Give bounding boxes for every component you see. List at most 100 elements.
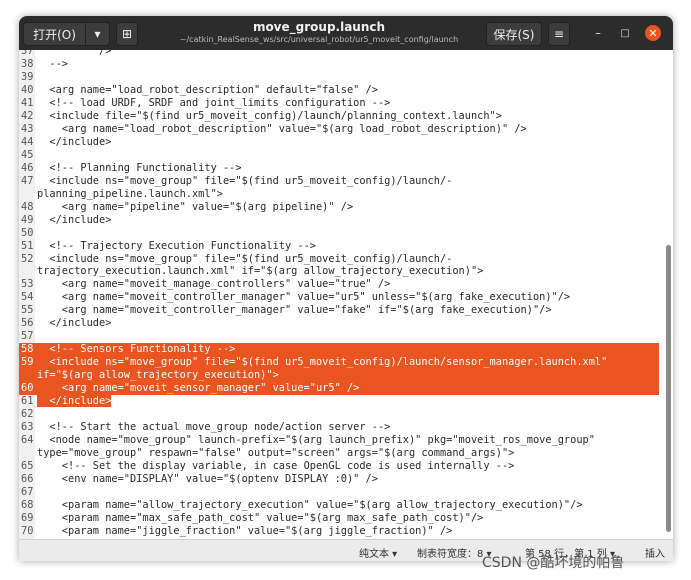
- code-line[interactable]: 44 </include>: [19, 136, 659, 149]
- code-line[interactable]: 45: [19, 149, 659, 162]
- code-line[interactable]: 42 <include file="$(find ur5_moveit_conf…: [19, 110, 659, 123]
- code-line[interactable]: trajectory_execution.launch.xml" if="$(a…: [19, 265, 659, 278]
- scrollbar-thumb[interactable]: [666, 245, 671, 532]
- line-text: <arg name="pipeline" value="$(arg pipeli…: [37, 200, 354, 213]
- line-text: <!-- Planning Functionality -->: [37, 161, 242, 174]
- line-text: />: [37, 50, 112, 57]
- line-number: 70: [21, 524, 34, 537]
- hamburger-menu-icon[interactable]: ≡: [548, 22, 570, 46]
- line-text: <param name="max_safe_path_cost" value="…: [37, 511, 484, 524]
- language-selector[interactable]: 纯文本 ▾: [359, 545, 397, 560]
- line-number: 42: [21, 109, 34, 122]
- code-line[interactable]: 56 </include>: [19, 317, 659, 330]
- tab-width-selector[interactable]: 制表符宽度：8 ▾: [417, 545, 492, 560]
- code-line[interactable]: 40 <arg name="load_robot_description" de…: [19, 84, 659, 97]
- code-line[interactable]: 48 <arg name="pipeline" value="$(arg pip…: [19, 201, 659, 214]
- line-text: <!-- Set the display variable, in case O…: [37, 460, 515, 472]
- vertical-scrollbar[interactable]: [663, 50, 673, 539]
- line-number: 48: [21, 200, 34, 213]
- line-number: 61: [21, 395, 34, 408]
- line-number: 37: [21, 50, 34, 57]
- code-line[interactable]: 51 <!-- Trajectory Execution Functionali…: [19, 240, 659, 253]
- open-dropdown-icon[interactable]: ▾: [85, 22, 110, 46]
- close-icon[interactable]: ✕: [645, 25, 661, 41]
- maximize-icon[interactable]: □: [617, 25, 633, 41]
- code-line[interactable]: 57: [19, 330, 659, 343]
- line-text: </include>: [37, 135, 112, 148]
- line-number: 38: [21, 57, 34, 70]
- code-line[interactable]: 65 <!-- Set the display variable, in cas…: [19, 460, 659, 473]
- line-number: 51: [21, 239, 34, 252]
- code-line[interactable]: 67: [19, 486, 659, 499]
- insert-mode: 插入: [645, 549, 665, 560]
- code-line[interactable]: 58 <!-- Sensors Functionality -->: [19, 343, 659, 357]
- line-text: <param name="allow_trajectory_execution"…: [37, 498, 583, 511]
- title-bar: 打开(O) ▾ ⊞ move_group.launch ~/catkin_Rea…: [19, 16, 673, 50]
- code-line[interactable]: 39: [19, 71, 659, 84]
- line-text: trajectory_execution.launch.xml" if="$(a…: [37, 265, 484, 278]
- code-line[interactable]: 41 <!-- load URDF, SRDF and joint_limits…: [19, 97, 659, 110]
- minimize-icon[interactable]: –: [590, 25, 606, 41]
- code-line[interactable]: 60 <arg name="moveit_sensor_manager" val…: [19, 382, 659, 396]
- code-line[interactable]: 64 <node name="move_group" launch-prefix…: [19, 434, 659, 447]
- line-number: 67: [21, 485, 34, 498]
- text-editor-area[interactable]: 37 /> 38 --> 39 40 <arg name="load_robot_de…: [19, 50, 673, 539]
- window-title: move_group.launch: [252, 20, 386, 34]
- code-line[interactable]: 46 <!-- Planning Functionality -->: [19, 162, 659, 175]
- line-number: 40: [21, 83, 34, 96]
- code-line[interactable]: 38 -->: [19, 58, 659, 71]
- code-line[interactable]: 50: [19, 227, 659, 240]
- line-number: 66: [21, 472, 34, 485]
- code-line[interactable]: 55 <arg name="moveit_controller_manager"…: [19, 304, 659, 317]
- line-text: <include ns="move_group" file="$(find ur…: [37, 252, 453, 265]
- code-line[interactable]: 63 <!-- Start the actual move_group node…: [19, 421, 659, 434]
- code-line[interactable]: if="$(arg allow_trajectory_execution)">: [19, 369, 659, 383]
- line-text: -->: [37, 57, 68, 70]
- new-tab-icon[interactable]: ⊞: [116, 22, 138, 46]
- code-line[interactable]: planning_pipeline.launch.xml">: [19, 188, 659, 201]
- editor-window: 打开(O) ▾ ⊞ move_group.launch ~/catkin_Rea…: [19, 16, 673, 561]
- line-text: <arg name="moveit_controller_manager" va…: [37, 291, 571, 304]
- code-line[interactable]: 49 </include>: [19, 214, 659, 227]
- line-text: </include>: [37, 317, 112, 330]
- watermark: CSDN @酷坏境的帕鲁: [482, 555, 625, 571]
- line-number: 44: [21, 135, 34, 148]
- code-line[interactable]: 37 />: [19, 50, 659, 58]
- line-number: 39: [21, 70, 34, 83]
- line-number: 43: [21, 122, 34, 135]
- line-text: <env name="DISPLAY" value="$(optenv DISP…: [37, 472, 378, 485]
- line-number: 54: [21, 291, 34, 304]
- line-text: <arg name="moveit_sensor_manager" value=…: [37, 382, 360, 395]
- line-number: 53: [21, 278, 34, 291]
- code-line[interactable]: 54 <arg name="moveit_controller_manager"…: [19, 291, 659, 304]
- code-line[interactable]: 43 <arg name="load_robot_description" va…: [19, 123, 659, 136]
- line-number: 47: [21, 174, 34, 187]
- line-number: 64: [21, 434, 34, 447]
- code-line[interactable]: 62: [19, 408, 659, 421]
- line-text: <!-- load URDF, SRDF and joint_limits co…: [37, 96, 391, 109]
- line-number: 41: [21, 96, 34, 109]
- line-text: <include ns="move_group" file="$(find ur…: [37, 174, 453, 187]
- open-button[interactable]: 打开(O): [23, 22, 86, 46]
- line-text: if="$(arg allow_trajectory_execution)">: [37, 369, 279, 382]
- code-line[interactable]: 70 <param name="jiggle_fraction" value="…: [19, 525, 659, 538]
- line-number: 57: [21, 330, 34, 343]
- code-line[interactable]: 68 <param name="allow_trajectory_executi…: [19, 499, 659, 512]
- line-text: <!-- Sensors Functionality -->: [37, 343, 236, 356]
- code-line[interactable]: 47 <include ns="move_group" file="$(find…: [19, 175, 659, 188]
- code-line[interactable]: 69 <param name="max_safe_path_cost" valu…: [19, 512, 659, 525]
- save-button[interactable]: 保存(S): [486, 22, 542, 46]
- code-line[interactable]: 53 <arg name="moveit_manage_controllers"…: [19, 278, 659, 291]
- code-line[interactable]: type="move_group" respawn="false" output…: [19, 447, 659, 460]
- line-text: type="move_group" respawn="false" output…: [37, 447, 515, 460]
- line-text: <arg name="load_robot_description" value…: [37, 122, 527, 135]
- code-line[interactable]: 59 <include ns="move_group" file="$(find…: [19, 356, 659, 370]
- code-line[interactable]: 61 </include>: [19, 395, 659, 408]
- code-line[interactable]: 52 <include ns="move_group" file="$(find…: [19, 253, 659, 266]
- line-text: <!-- Start the actual move_group node/ac…: [37, 421, 391, 434]
- code-lines: 37 /> 38 --> 39 40 <arg name="load_robot_de…: [19, 50, 659, 538]
- line-number: 55: [21, 304, 34, 317]
- line-number: 68: [21, 498, 34, 511]
- line-number: 50: [21, 226, 34, 239]
- code-line[interactable]: 66 <env name="DISPLAY" value="$(optenv D…: [19, 473, 659, 486]
